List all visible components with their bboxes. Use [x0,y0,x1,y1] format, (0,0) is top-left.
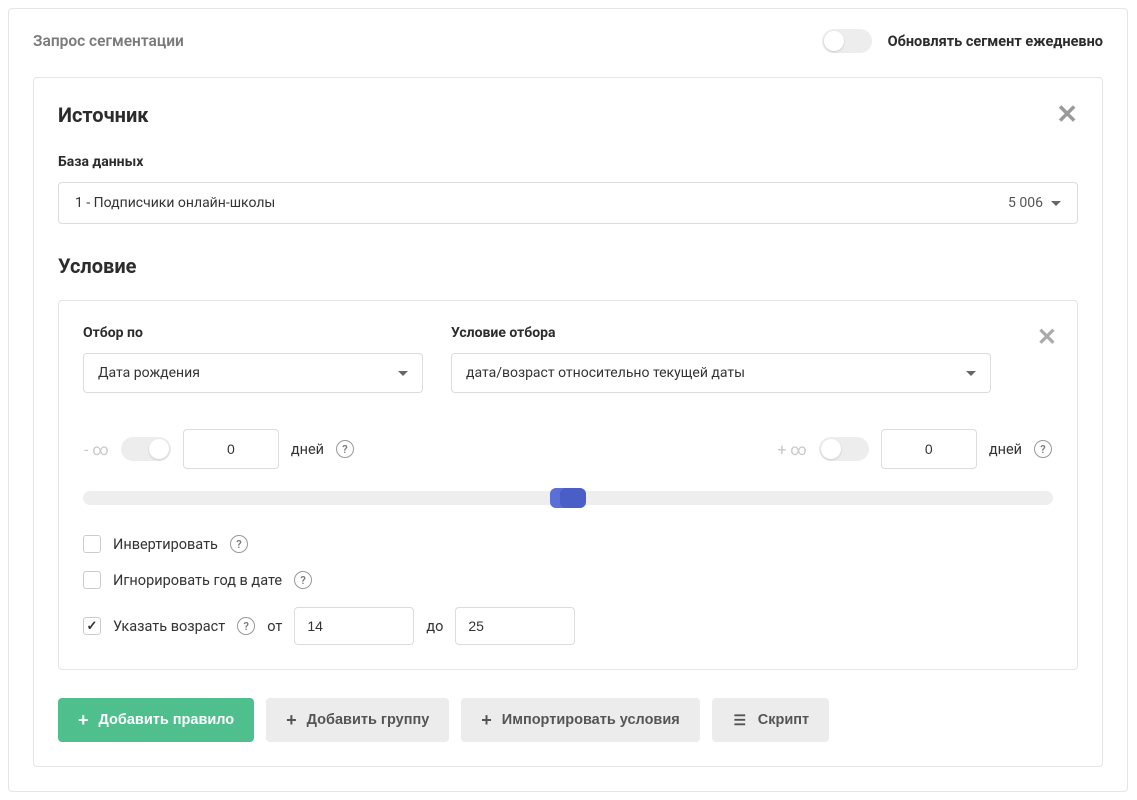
plus-icon: + [286,711,297,729]
database-value: 1 - Подписчики онлайн-школы [75,195,275,211]
date-range-row: - ∞ дней ? + ∞ дней ? [83,429,1053,469]
ignore-year-row: Игнорировать год в дате ? [83,571,1053,589]
help-icon[interactable]: ? [294,571,312,589]
range-left-toggle[interactable] [121,437,171,461]
segmentation-panel: Запрос сегментации Обновлять сегмент еже… [8,8,1128,792]
database-label: База данных [58,154,1078,170]
minus-infinity-label: - ∞ [84,440,109,459]
slider-thumb-right[interactable] [560,488,586,508]
criteria-label: Условие отбора [451,325,991,341]
update-daily-label: Обновлять сегмент ежедневно [888,33,1103,50]
action-buttons-row: + Добавить правило + Добавить группу + И… [58,698,1078,742]
header-row: Запрос сегментации Обновлять сегмент еже… [33,29,1103,53]
help-icon[interactable]: ? [1034,440,1052,458]
filter-by-label: Отбор по [83,325,423,341]
age-to-input[interactable] [455,607,575,645]
plus-infinity-label: + ∞ [777,440,807,459]
criteria-col: Условие отбора дата/возраст относительно… [451,325,991,393]
range-left-block: - ∞ дней ? [84,429,354,469]
date-range-slider[interactable] [83,491,1053,505]
add-rule-button[interactable]: + Добавить правило [58,698,254,742]
plus-icon: + [78,711,89,729]
age-row: Указать возраст ? от до [83,607,1053,645]
age-checkbox[interactable] [83,617,101,635]
script-button[interactable]: ☰ Скрипт [712,698,829,742]
page-title: Запрос сегментации [33,32,184,50]
filter-by-col: Отбор по Дата рождения [83,325,423,393]
age-from-input[interactable] [294,607,414,645]
update-daily-toggle[interactable] [822,29,872,53]
age-checkbox-label: Указать возраст [113,618,225,635]
condition-selectors-row: Отбор по Дата рождения Условие отбора да… [83,325,1053,393]
database-count-wrap: 5 006 [1008,195,1061,211]
ignore-year-checkbox[interactable] [83,571,101,589]
add-group-button[interactable]: + Добавить группу [266,698,449,742]
help-icon[interactable]: ? [230,535,248,553]
script-label: Скрипт [758,712,809,728]
invert-checkbox[interactable] [83,535,101,553]
help-icon[interactable]: ? [336,440,354,458]
chevron-down-icon [1051,201,1061,206]
close-icon[interactable]: ✕ [1056,102,1078,128]
invert-row: Инвертировать ? [83,535,1053,553]
remove-condition-icon[interactable]: ✕ [1037,323,1057,351]
criteria-select[interactable]: дата/возраст относительно текущей даты [451,353,991,393]
add-group-label: Добавить группу [307,712,430,728]
list-icon: ☰ [732,713,748,727]
add-rule-label: Добавить правило [99,712,235,728]
range-left-input[interactable] [183,429,279,469]
range-right-block: + ∞ дней ? [777,429,1052,469]
invert-label: Инвертировать [113,536,218,553]
update-toggle-wrap: Обновлять сегмент ежедневно [822,29,1103,53]
filter-by-value: Дата рождения [98,365,200,381]
toggle-knob-icon [824,31,844,51]
age-from-label: от [267,618,282,635]
range-right-toggle[interactable] [819,437,869,461]
range-right-unit: дней [989,441,1022,458]
ignore-year-label: Игнорировать год в дате [113,572,282,589]
condition-card: Отбор по Дата рождения Условие отбора да… [58,300,1078,670]
toggle-knob-icon [821,439,841,459]
chevron-down-icon [398,371,408,376]
source-title: Источник [58,103,149,127]
help-icon[interactable]: ? [237,617,255,635]
import-conditions-button[interactable]: + Импортировать условия [461,698,699,742]
database-count: 5 006 [1008,195,1043,211]
source-panel: Источник ✕ База данных 1 - Подписчики он… [33,77,1103,767]
chevron-down-icon [966,371,976,376]
import-label: Импортировать условия [502,712,680,728]
plus-icon: + [481,711,492,729]
criteria-value: дата/возраст относительно текущей даты [466,365,745,381]
range-right-input[interactable] [881,429,977,469]
database-select[interactable]: 1 - Подписчики онлайн-школы 5 006 [58,182,1078,224]
age-to-label: до [426,618,443,635]
source-header: Источник ✕ [58,102,1078,128]
toggle-knob-icon [149,439,169,459]
filter-by-select[interactable]: Дата рождения [83,353,423,393]
range-left-unit: дней [291,441,324,458]
condition-title: Условие [58,254,1078,278]
